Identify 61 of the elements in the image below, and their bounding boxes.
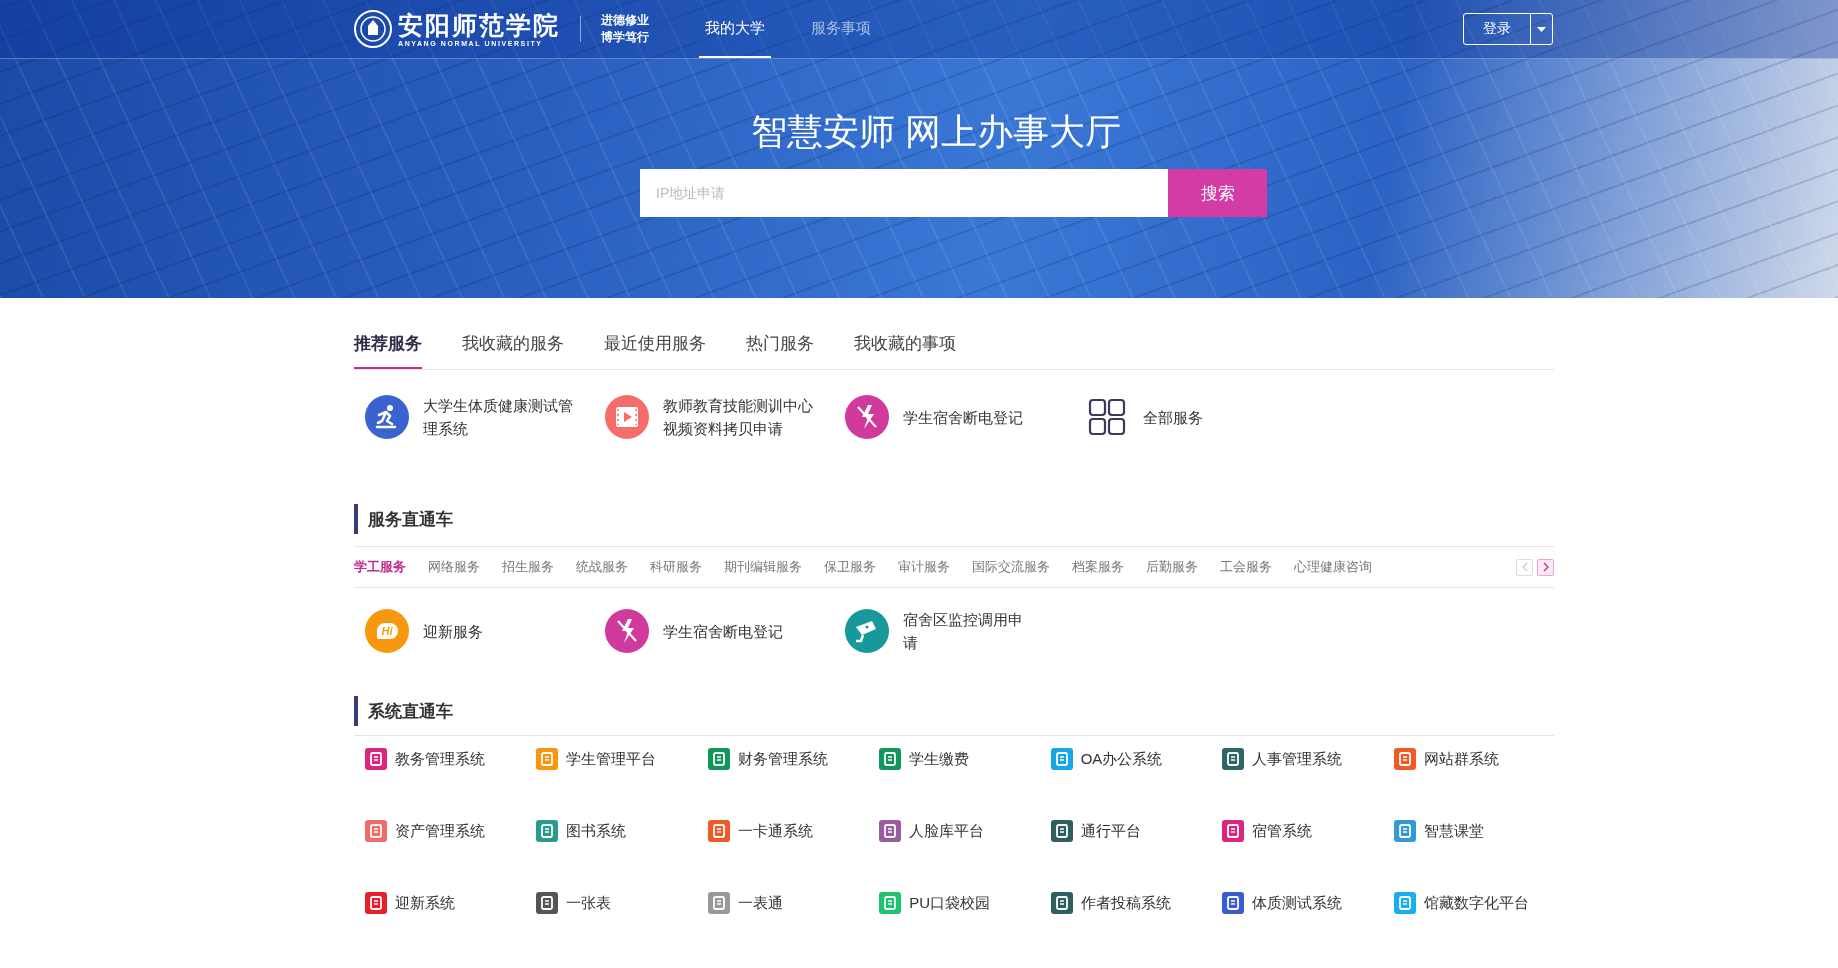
section-heading: 系统直通车: [354, 696, 453, 726]
university-name: 安阳师范学院: [398, 11, 560, 40]
category-tab[interactable]: 网络服务: [428, 558, 480, 576]
system-link[interactable]: 馆藏数字化平台: [1423, 893, 1529, 913]
system-link[interactable]: 通行平台: [1080, 821, 1141, 841]
search-button[interactable]: 搜索: [1168, 169, 1267, 217]
service-link[interactable]: 宿舍区监控调用申请: [903, 608, 1033, 654]
university-seal-icon: [354, 10, 392, 48]
system-link[interactable]: 财务管理系统: [737, 749, 828, 769]
category-tab[interactable]: 工会服务: [1220, 558, 1272, 576]
scroll-right-button[interactable]: [1537, 558, 1554, 576]
category-tab[interactable]: 审计服务: [898, 558, 950, 576]
system-link[interactable]: 迎新系统: [395, 893, 455, 913]
system-link[interactable]: 图书系统: [566, 821, 627, 841]
system-link[interactable]: 宿管系统: [1252, 821, 1313, 841]
caret-icon: [1537, 26, 1546, 32]
service-tab[interactable]: 推荐服务: [354, 320, 422, 369]
service-link[interactable]: 教师教育技能测训中心视频资料拷贝申请: [663, 394, 813, 440]
system-link[interactable]: 智慧课堂: [1423, 821, 1484, 841]
service-tab[interactable]: 我收藏的事项: [854, 320, 956, 369]
speech-bubble-icon: Hi: [365, 609, 409, 653]
search-field[interactable]: IP地址申请: [640, 169, 1168, 217]
chevron-left-icon: [1520, 562, 1529, 572]
system-link[interactable]: 一表通: [737, 893, 783, 913]
section-heading: 服务直通车: [354, 504, 453, 534]
service-link[interactable]: 学生宿舍断电登记: [903, 405, 1053, 429]
motto-line: 进德修业: [601, 12, 649, 29]
system-link[interactable]: OA办公系统: [1080, 749, 1163, 769]
category-tab[interactable]: 科研服务: [650, 558, 702, 576]
system-link[interactable]: 一张表: [566, 893, 612, 913]
category-tab[interactable]: 档案服务: [1072, 558, 1124, 576]
category-tab[interactable]: 统战服务: [576, 558, 628, 576]
system-link[interactable]: 教务管理系统: [395, 749, 485, 769]
system-link[interactable]: 人事管理系统: [1252, 749, 1343, 769]
nav-tab[interactable]: 服务事项: [805, 0, 877, 58]
system-link[interactable]: 体质测试系统: [1252, 893, 1343, 913]
category-tab[interactable]: 期刊编辑服务: [724, 558, 802, 576]
service-tab[interactable]: 我收藏的服务: [462, 320, 564, 369]
service-link[interactable]: 学生宿舍断电登记: [663, 619, 793, 643]
system-link[interactable]: 作者投稿系统: [1080, 893, 1171, 913]
category-tab[interactable]: 心理健康咨询: [1294, 558, 1372, 576]
service-tab[interactable]: 最近使用服务: [604, 320, 706, 369]
service-link[interactable]: 迎新服务: [423, 619, 553, 643]
system-link[interactable]: 资产管理系统: [395, 821, 485, 841]
motto-line: 博学笃行: [601, 29, 649, 46]
category-tab[interactable]: 保卫服务: [824, 558, 876, 576]
system-link[interactable]: PU口袋校园: [909, 893, 991, 913]
system-link[interactable]: 学生管理平台: [566, 749, 657, 769]
category-tab[interactable]: 后勤服务: [1146, 558, 1198, 576]
service-link[interactable]: 大学生体质健康测试管理系统: [423, 394, 573, 440]
chevron-right-icon: [1541, 562, 1550, 572]
system-link[interactable]: 一卡通系统: [737, 821, 813, 841]
category-tab[interactable]: 国际交流服务: [972, 558, 1050, 576]
service-link[interactable]: 全部服务: [1143, 405, 1293, 429]
system-link[interactable]: 网站群系统: [1423, 749, 1499, 769]
system-link[interactable]: 人脸库平台: [909, 821, 985, 841]
category-tab[interactable]: 招生服务: [502, 558, 554, 576]
service-tab[interactable]: 热门服务: [746, 320, 814, 369]
system-link[interactable]: 学生缴费: [909, 749, 970, 769]
category-tab[interactable]: 学工服务: [354, 558, 406, 576]
nav-tab[interactable]: 我的大学: [699, 0, 771, 58]
